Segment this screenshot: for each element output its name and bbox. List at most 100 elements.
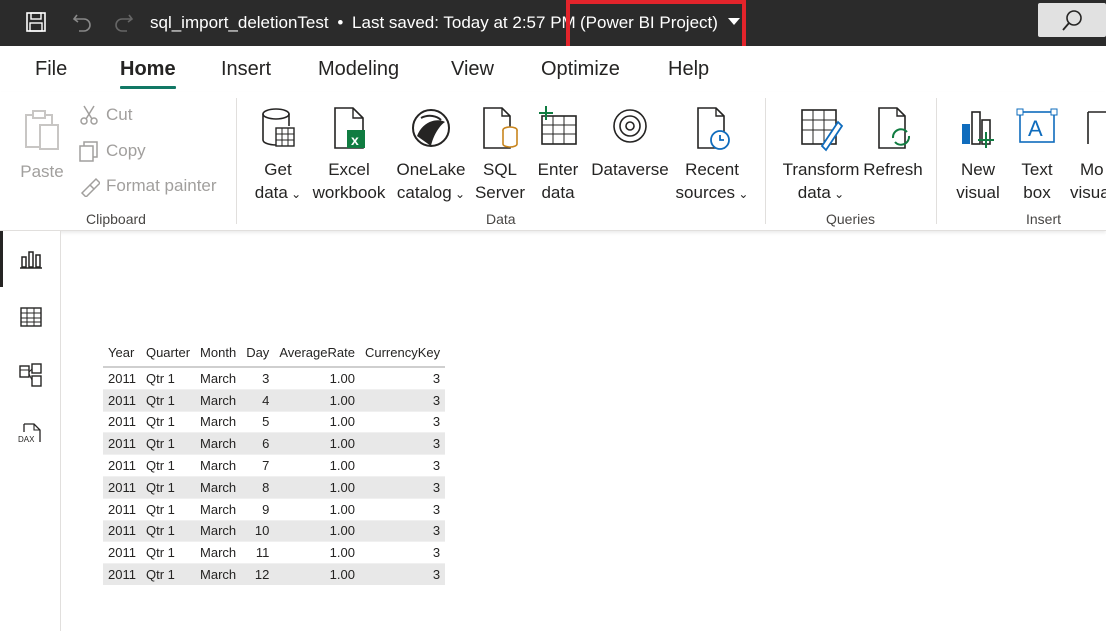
tab-file[interactable]: File [35, 58, 67, 81]
new-visual-label-1: New [960, 160, 995, 179]
dataverse-button[interactable]: Dataverse [590, 106, 670, 181]
table-row[interactable]: 2011 Qtr 1 March 7 1.00 3 [103, 454, 446, 477]
get-data-button[interactable]: Get data ⌄ [250, 106, 306, 206]
format-painter-label: Format painter [106, 176, 217, 195]
undo-icon[interactable] [70, 10, 94, 34]
table-view-icon[interactable] [18, 304, 44, 330]
table-row[interactable]: 2011 Qtr 1 March 6 1.00 3 [103, 432, 446, 455]
column-header-quarter[interactable]: Quarter [141, 341, 195, 367]
averagerate-cell: 1.00 [329, 545, 355, 561]
currencykey-cell: 3 [432, 479, 441, 495]
quarter-cell: Qtr 1 [145, 436, 175, 452]
paste-label: Paste [20, 162, 64, 181]
dataverse-label: Dataverse [591, 160, 669, 179]
column-header-currencykey[interactable]: CurrencyKey [360, 341, 445, 367]
redo-icon[interactable] [112, 10, 136, 34]
search-box[interactable] [1038, 3, 1106, 37]
onelake-catalog-button[interactable]: OneLake catalog ⌄ [393, 106, 469, 206]
currencykey-cell: 3 [432, 501, 441, 517]
report-view-icon[interactable] [18, 246, 44, 272]
more-visuals-label-1: Mo [1080, 160, 1104, 179]
search-icon [1062, 10, 1082, 31]
new-visual-button[interactable]: New visual [952, 106, 1004, 204]
column-header-year[interactable]: Year [103, 341, 141, 367]
currencykey-cell: 3 [432, 370, 441, 386]
refresh-label: Refresh [863, 160, 923, 179]
format-painter-button[interactable]: Format painter [78, 175, 217, 197]
year-cell: 2011 [108, 436, 136, 452]
day-cell: 9 [262, 501, 270, 517]
tab-optimize[interactable]: Optimize [541, 58, 620, 81]
table-row[interactable]: 2011 Qtr 1 March 10 1.00 3 [103, 520, 446, 542]
year-cell: 2011 [108, 523, 136, 539]
table-row[interactable]: 2011 Qtr 1 March 3 1.00 3 [103, 367, 446, 389]
table-visual[interactable]: Year Quarter Month Day AverageRate Curre… [103, 341, 446, 585]
day-cell: 10 [254, 523, 270, 539]
onelake-icon [412, 109, 450, 147]
chevron-down-icon: ⌄ [451, 187, 466, 201]
refresh-button[interactable]: Refresh [862, 106, 924, 181]
tab-help[interactable]: Help [668, 58, 709, 81]
currencykey-cell: 3 [432, 523, 441, 539]
group-divider [236, 98, 237, 224]
saved-status: Last saved: Today at 2:57 PM [352, 13, 576, 32]
quarter-cell: Qtr 1 [145, 501, 175, 517]
save-icon[interactable] [24, 10, 48, 34]
table-row[interactable]: 2011 Qtr 1 March 8 1.00 3 [103, 476, 446, 499]
format-painter-icon [80, 177, 100, 197]
data-table: Year Quarter Month Day AverageRate Curre… [103, 341, 446, 585]
svg-text:A: A [1028, 116, 1043, 141]
chevron-down-icon: ⌄ [735, 187, 749, 201]
paste-button[interactable]: Paste [20, 108, 64, 183]
title-separator: • [337, 13, 344, 32]
dax-query-view-icon[interactable]: DAX [18, 422, 44, 448]
text-box-button[interactable]: A Text box [1012, 106, 1062, 204]
column-header-month[interactable]: Month [195, 341, 241, 367]
averagerate-cell: 1.00 [329, 479, 355, 495]
chevron-down-icon: ⌄ [287, 187, 302, 201]
copy-button[interactable]: Copy [78, 140, 146, 162]
table-row[interactable]: 2011 Qtr 1 March 4 1.00 3 [103, 389, 446, 412]
excel-workbook-button[interactable]: x Excel workbook [310, 106, 388, 204]
day-cell: 6 [262, 436, 270, 452]
ribbon: Paste Cut Copy Format painter Clipboard … [0, 92, 1106, 231]
month-cell: March [200, 545, 237, 561]
refresh-icon [878, 107, 911, 149]
column-header-day[interactable]: Day [241, 341, 274, 367]
sql-server-icon [483, 107, 518, 149]
table-row[interactable]: 2011 Qtr 1 March 9 1.00 3 [103, 498, 446, 520]
text-box-label-1: Text [1021, 160, 1053, 179]
tab-insert[interactable]: Insert [221, 58, 271, 81]
currencykey-cell: 3 [432, 545, 441, 561]
more-visuals-button[interactable]: Mo visua [1070, 106, 1106, 204]
table-row[interactable]: 2011 Qtr 1 March 11 1.00 3 [103, 541, 446, 564]
month-cell: March [200, 414, 237, 430]
enter-data-icon [539, 106, 577, 145]
tab-view[interactable]: View [451, 58, 494, 81]
year-cell: 2011 [108, 414, 136, 430]
table-row[interactable]: 2011 Qtr 1 March 12 1.00 3 [103, 563, 446, 585]
quarter-cell: Qtr 1 [145, 458, 175, 474]
recent-sources-button[interactable]: Recent sources ⌄ [672, 106, 752, 206]
sql-server-button[interactable]: SQL Server [473, 106, 527, 204]
cut-button[interactable]: Cut [78, 104, 132, 126]
averagerate-cell: 1.00 [329, 392, 355, 408]
tab-modeling[interactable]: Modeling [318, 58, 399, 81]
transform-data-button[interactable]: Transform data ⌄ [778, 106, 864, 206]
table-row[interactable]: 2011 Qtr 1 March 5 1.00 3 [103, 411, 446, 433]
tab-home[interactable]: Home [120, 58, 176, 81]
more-visuals-icon [1087, 111, 1106, 144]
dataverse-icon [613, 109, 647, 143]
model-view-icon[interactable] [18, 362, 44, 388]
quarter-cell: Qtr 1 [145, 479, 175, 495]
enter-data-button[interactable]: Enter data [533, 106, 583, 204]
paste-icon [25, 110, 59, 150]
active-tab-indicator [120, 86, 176, 89]
database-icon [262, 108, 295, 147]
onelake-label-2: catalog [396, 183, 452, 202]
data-group-label: Data [486, 211, 516, 227]
enter-data-label-1: Enter [537, 160, 579, 179]
month-cell: March [200, 458, 237, 474]
column-header-averagerate[interactable]: AverageRate [274, 341, 360, 367]
sql-label-2: Server [474, 183, 526, 202]
